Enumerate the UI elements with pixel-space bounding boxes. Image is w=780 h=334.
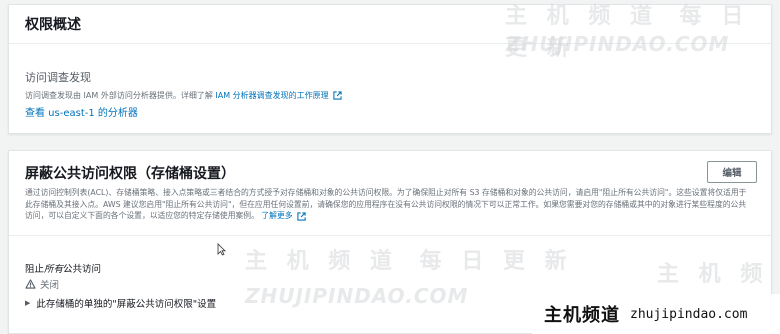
block-all-emphasis: 所有 <box>44 264 64 275</box>
block-all-status: 关闭 <box>25 277 59 291</box>
findings-description: 访问调查发现由 IAM 外部访问分析器提供。详细了解 IAM 分析器调查发现的工… <box>25 90 342 101</box>
site-badge: 主机频道 zhujipindao.com <box>532 294 780 334</box>
block-public-access-title: 屏蔽公共访问权限（存储桶设置） <box>25 166 235 182</box>
view-analyzer-link[interactable]: 查看 us-east-1 的分析器 <box>25 104 138 119</box>
external-link-icon <box>333 91 342 100</box>
findings-desc-text: 访问调查发现由 IAM 外部访问分析器提供。详细了解 <box>25 91 213 100</box>
learn-more-text: 了解更多 <box>261 211 293 220</box>
caret-right-icon: ▶ <box>25 299 31 307</box>
permissions-overview-panel: 权限概述 访问调查发现 访问调查发现由 IAM 外部访问分析器提供。详细了解 I… <box>8 4 772 134</box>
block-all-public-access-label: 阻止所有公共访问 <box>25 261 101 275</box>
expander-label: 此存储桶的单独的"屏蔽公共访问权限"设置 <box>36 299 217 310</box>
divider <box>9 235 771 236</box>
findings-learn-link-text: IAM 分析器调查发现的工作原理 <box>215 91 329 100</box>
individual-settings-expander[interactable]: ▶ 此存储桶的单独的"屏蔽公共访问权限"设置 <box>25 296 216 310</box>
badge-url: zhujipindao.com <box>630 306 748 322</box>
findings-learn-link[interactable]: IAM 分析器调查发现的工作原理 <box>215 91 342 100</box>
block-all-suffix: 公共访问 <box>63 264 102 275</box>
learn-more-link[interactable]: 了解更多 <box>261 211 306 221</box>
block-public-access-description: 通过访问控制列表(ACL)、存储桶策略、接入点策略或三者结合的方式授予对存储桶和… <box>25 187 749 222</box>
status-text: 关闭 <box>40 280 60 291</box>
warning-icon <box>25 279 36 289</box>
mouse-cursor-icon <box>217 243 226 256</box>
findings-label: 访问调查发现 <box>25 71 91 84</box>
panel-title: 权限概述 <box>9 5 771 44</box>
edit-button[interactable]: 编辑 <box>707 161 757 183</box>
description-text: 通过访问控制列表(ACL)、存储桶策略、接入点策略或三者结合的方式授予对存储桶和… <box>25 188 747 220</box>
block-all-prefix: 阻止 <box>25 264 45 275</box>
external-link-icon <box>297 211 306 221</box>
badge-title: 主机频道 <box>544 305 620 326</box>
